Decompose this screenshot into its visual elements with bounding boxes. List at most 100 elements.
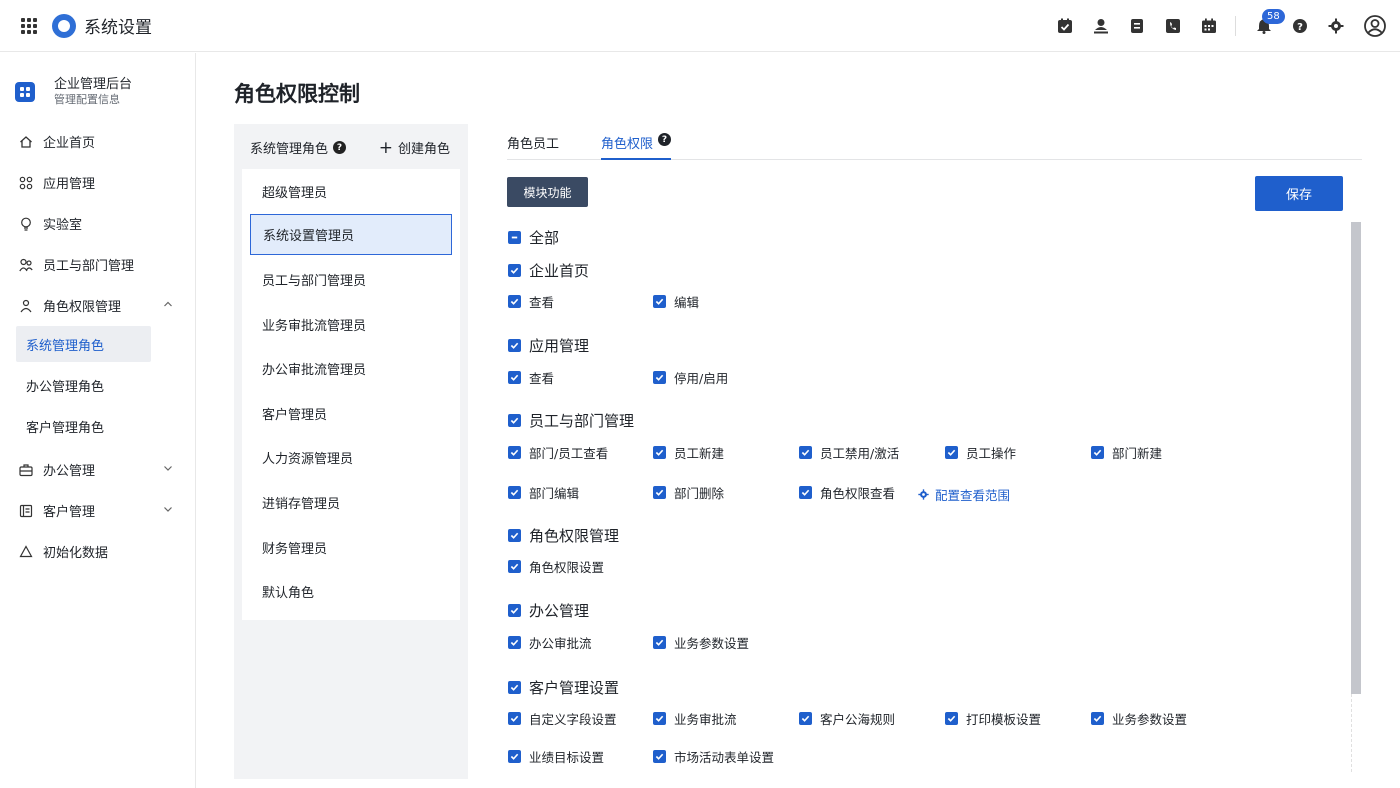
module-function-button[interactable]: 模块功能 [507,177,588,207]
gear-icon[interactable] [1328,18,1344,34]
permission-item[interactable]: 编辑 [653,292,699,311]
permission-item[interactable]: 角色权限查看 [799,483,895,502]
checkbox[interactable] [653,750,666,763]
tab-role-permissions[interactable]: 角色权限 ? [601,133,672,160]
role-item[interactable]: 客户管理员 [250,393,452,434]
checkbox[interactable] [508,414,521,427]
sidebar-item-apps[interactable]: 应用管理 [0,162,195,203]
permission-item[interactable]: 部门删除 [653,483,724,502]
scrollbar-thumb[interactable] [1351,222,1361,694]
permission-item[interactable]: 打印模板设置 [945,709,1041,728]
checkbox[interactable] [653,486,666,499]
chevron-up-icon[interactable] [163,299,173,309]
bell-icon[interactable]: 58 [1256,9,1285,34]
permission-item[interactable]: 员工操作 [945,443,1016,462]
permission-item[interactable]: 查看 [508,368,554,387]
checkbox[interactable] [799,486,812,499]
checkbox[interactable] [508,295,521,308]
sidebar-subitem-office-roles[interactable]: 办公管理角色 [16,367,151,403]
sidebar-item-office[interactable]: 办公管理 [0,449,195,490]
permission-item[interactable]: 业务审批流 [653,709,737,728]
permission-group[interactable]: 办公管理 [508,600,589,621]
permission-item[interactable]: 业务参数设置 [1091,709,1187,728]
help-icon[interactable]: ? [658,133,672,146]
app-grid-icon[interactable] [20,17,38,35]
role-item[interactable]: 业务审批流管理员 [250,304,452,345]
checkbox[interactable] [508,339,521,352]
partial-checkbox[interactable] [508,231,521,244]
sidebar-subitem-system-roles[interactable]: 系统管理角色 [16,326,151,362]
role-item[interactable]: 进销存管理员 [250,482,452,523]
help-icon[interactable]: ? [333,141,347,154]
permission-item[interactable]: 员工新建 [653,443,724,462]
permission-group[interactable]: 角色权限管理 [508,525,619,546]
role-item[interactable]: 员工与部门管理员 [250,259,452,300]
phone-book-icon[interactable] [1165,18,1181,34]
permission-all[interactable]: 全部 [508,227,559,248]
checkbox[interactable] [508,750,521,763]
sidebar-item-staff[interactable]: 员工与部门管理 [0,244,195,285]
checkbox[interactable] [653,371,666,384]
permission-group[interactable]: 应用管理 [508,335,589,356]
role-item[interactable]: 办公审批流管理员 [250,348,452,389]
checkbox[interactable] [508,371,521,384]
calendar-check-icon[interactable] [1057,18,1073,34]
help-icon[interactable]: ? [1292,18,1308,34]
permission-group[interactable]: 员工与部门管理 [508,410,634,431]
checkbox[interactable] [653,636,666,649]
role-item[interactable]: 财务管理员 [250,527,452,568]
checkbox[interactable] [508,636,521,649]
permission-group[interactable]: 客户管理设置 [508,677,619,698]
scrollbar-track[interactable] [1351,694,1361,772]
permission-item[interactable]: 角色权限设置 [508,557,604,576]
permission-item[interactable]: 业绩目标设置 [508,747,604,766]
permission-item[interactable]: 停用/启用 [653,368,728,387]
role-item[interactable]: 超级管理员 [250,171,452,212]
permission-item[interactable]: 部门/员工查看 [508,443,608,462]
permission-item[interactable]: 部门新建 [1091,443,1162,462]
checkbox[interactable] [653,446,666,459]
checkbox[interactable] [1091,712,1104,725]
chevron-down-icon[interactable] [163,463,173,473]
sidebar-item-init-data[interactable]: 初始化数据 [0,531,195,572]
config-view-scope-link[interactable]: 配置查看范围 [918,485,1010,504]
permission-item[interactable]: 部门编辑 [508,483,579,502]
checkbox[interactable] [508,712,521,725]
checkbox[interactable] [508,446,521,459]
permission-item[interactable]: 自定义字段设置 [508,709,617,728]
chevron-down-icon[interactable] [163,504,173,514]
tab-role-staff[interactable]: 角色员工 [507,133,559,160]
checkbox[interactable] [508,486,521,499]
checkbox[interactable] [508,264,521,277]
sidebar-item-lab[interactable]: 实验室 [0,203,195,244]
permission-group[interactable]: 企业首页 [508,260,589,281]
user-upload-icon[interactable] [1093,18,1109,34]
checkbox[interactable] [799,446,812,459]
sidebar-item-customers[interactable]: 客户管理 [0,490,195,531]
checkbox[interactable] [653,712,666,725]
checkbox[interactable] [653,295,666,308]
document-icon[interactable] [1129,18,1145,34]
save-button[interactable]: 保存 [1255,176,1343,211]
role-item[interactable]: 人力资源管理员 [250,437,452,478]
permission-item[interactable]: 查看 [508,292,554,311]
role-item-selected[interactable]: 系统设置管理员 [250,214,452,255]
checkbox[interactable] [508,560,521,573]
checkbox[interactable] [945,446,958,459]
create-role-button[interactable]: + 创建角色 [379,138,450,157]
checkbox[interactable] [508,604,521,617]
permission-item[interactable]: 业务参数设置 [653,633,749,652]
permission-item[interactable]: 办公审批流 [508,633,592,652]
calendar-icon[interactable] [1201,18,1217,34]
checkbox[interactable] [508,681,521,694]
permission-item[interactable]: 员工禁用/激活 [799,443,899,462]
avatar-icon[interactable] [1364,15,1386,37]
sidebar-subitem-customer-roles[interactable]: 客户管理角色 [16,408,151,444]
role-item[interactable]: 默认角色 [250,571,452,612]
checkbox[interactable] [799,712,812,725]
permission-item[interactable]: 市场活动表单设置 [653,747,774,766]
sidebar-item-roles[interactable]: 角色权限管理 [0,285,195,326]
checkbox[interactable] [508,529,521,542]
checkbox[interactable] [945,712,958,725]
sidebar-item-home[interactable]: 企业首页 [0,121,195,162]
